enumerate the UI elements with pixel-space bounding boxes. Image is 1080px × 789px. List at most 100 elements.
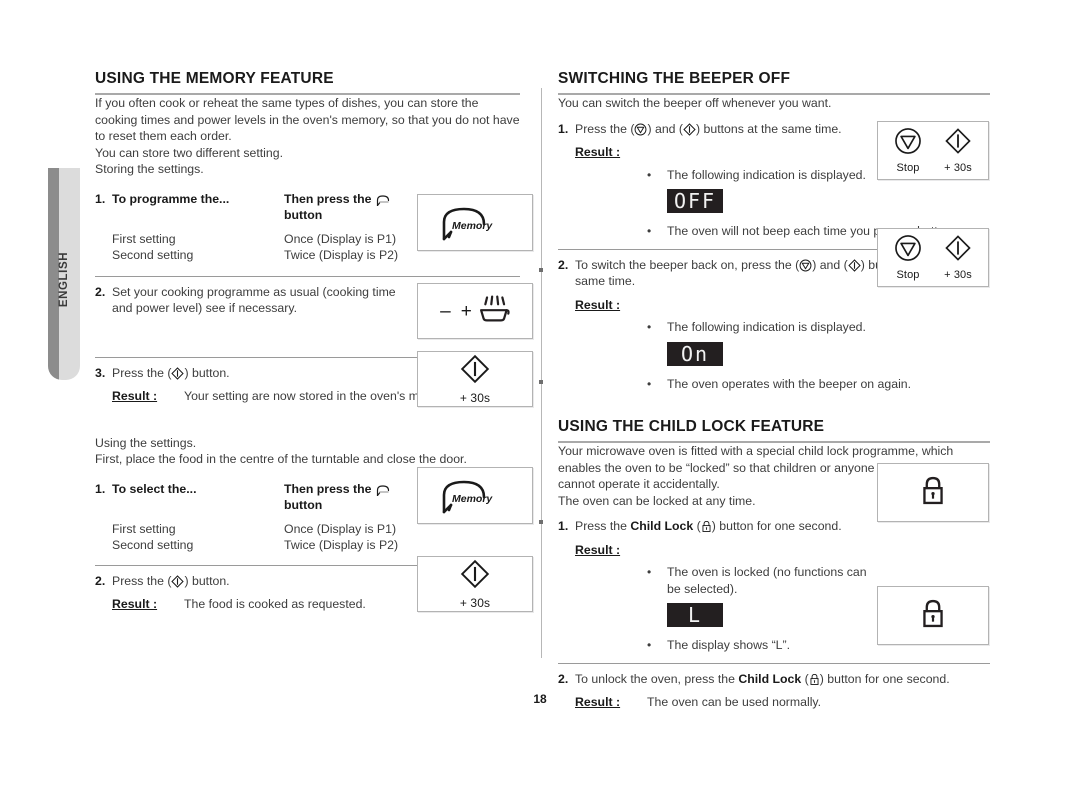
table-header-action-cont	[112, 497, 284, 514]
text-c: ) buttons at the same time.	[696, 121, 842, 136]
text-a: To switch the beeper back on, press the …	[575, 257, 800, 272]
start-diamond-icon	[683, 122, 696, 136]
memory-intro-paragraph-2: You can store two different setting.	[95, 145, 283, 160]
section-rule	[558, 662, 990, 664]
table-header-press-pre: Then press the	[284, 191, 372, 206]
memory-button-illustration: Memory	[417, 194, 533, 251]
page-number: 18	[533, 692, 547, 706]
table-header-action-cont	[112, 207, 284, 224]
start-diamond-icon	[171, 366, 185, 380]
stop-circle-icon	[894, 234, 922, 267]
start-button-caption: + 30s	[459, 390, 491, 405]
stop-button-caption: Stop	[896, 269, 920, 281]
beeper-step-2-bullet-1: • The following indication is displayed.	[647, 319, 990, 336]
page-title-childlock: Using the child lock feature	[558, 418, 990, 443]
step-number: 1.	[95, 191, 106, 206]
divider-tick	[539, 520, 543, 524]
memory-button-illustration-2: Memory	[417, 467, 533, 524]
start-diamond-icon	[460, 354, 490, 389]
bullet-text: The following indication is displayed.	[667, 167, 866, 182]
page-title-memory: Using the memory feature	[95, 70, 520, 95]
language-tab-label: ENGLISH	[58, 251, 70, 308]
result-label: Result :	[112, 389, 158, 403]
bullet-icon: •	[647, 565, 652, 579]
table-row: Second setting Twice (Display is P2)	[112, 537, 520, 554]
stop-button-caption: Stop	[896, 162, 920, 174]
start-button-caption: + 30s	[944, 269, 972, 281]
divider-tick	[539, 268, 543, 272]
start-button-illustration: + 30s	[417, 351, 533, 407]
child-lock-term: Child Lock	[738, 671, 802, 686]
step-5-text-pre: Press the (	[112, 573, 172, 588]
table-header-action: To programme the...	[112, 191, 230, 206]
bullet-text: The oven is locked (no functions can be …	[667, 565, 867, 596]
power-adjust-illustration: – +	[417, 283, 533, 339]
text-c: ) button for one second.	[819, 671, 950, 686]
row-action: Second setting	[112, 538, 194, 552]
table-header-press-pre: Then press the	[284, 481, 372, 496]
using-settings-intro: First, place the food in the centre of t…	[95, 452, 467, 466]
child-lock-illustration-2	[877, 586, 989, 645]
plus-icon: +	[460, 300, 472, 322]
step-number: 2.	[558, 257, 569, 272]
beeper-intro: You can switch the beeper off whenever y…	[558, 96, 832, 110]
manual-page: ENGLISH Using the memory feature If you …	[0, 0, 1080, 789]
step-5-text-post: ) button.	[184, 573, 230, 588]
left-column: Using the memory feature If you often co…	[95, 70, 520, 613]
text-a: Press the (	[575, 121, 635, 136]
step-number: 3.	[95, 365, 106, 380]
stop-start-illustration-2: Stop + 30s	[877, 228, 989, 287]
bullet-icon: •	[647, 376, 652, 391]
text-a: Press the	[575, 519, 631, 533]
stop-circle-icon	[799, 259, 812, 272]
step-3-text-post: ) button.	[184, 365, 230, 380]
start-button-illustration-2: + 30s	[417, 556, 533, 612]
bullet-text: The display shows “L”.	[667, 638, 791, 652]
memory-button-label: Memory	[452, 219, 493, 232]
bullet-text: The oven operates with the beeper on aga…	[667, 376, 912, 391]
using-settings-heading: Using the settings.	[95, 435, 197, 450]
bullet-icon: •	[647, 320, 652, 334]
memory-button-label: Memory	[452, 492, 493, 505]
start-diamond-icon	[848, 258, 861, 272]
result-label: Result :	[112, 597, 158, 611]
result-label: Result :	[575, 542, 621, 557]
row-action: First setting	[112, 521, 176, 536]
text-b: ) and (	[812, 257, 848, 272]
display-value: L	[687, 603, 703, 627]
step-number: 1.	[558, 519, 569, 533]
page-title-beeper: Switching the beeper off	[558, 70, 990, 95]
row-press: Twice (Display is P2)	[284, 538, 399, 552]
memory-intro-paragraph: If you often cook or reheat the same typ…	[95, 96, 520, 143]
step-number: 2.	[95, 284, 106, 299]
minus-icon: –	[440, 300, 451, 322]
bullet-text: The following indication is displayed.	[667, 320, 866, 334]
step-2-text: Set your cooking programme as usual (coo…	[112, 284, 396, 316]
bullet-icon: •	[647, 638, 652, 652]
padlock-icon	[919, 597, 947, 635]
column-divider	[541, 88, 542, 658]
section-rule	[95, 275, 520, 277]
display-readout: L	[667, 603, 723, 627]
storing-settings-heading: Storing the settings.	[95, 162, 204, 176]
text-c: ) button for one second.	[711, 519, 842, 533]
text-b: (	[801, 671, 809, 686]
beeper-step-2-bullet-2: • The oven operates with the beeper on a…	[647, 376, 990, 393]
step-3-text-pre: Press the (	[112, 365, 172, 380]
display-readout: OFF	[667, 189, 723, 213]
text-b: ) and (	[647, 121, 684, 136]
step-number: 1.	[95, 481, 106, 496]
stop-circle-icon	[634, 123, 647, 136]
cooking-dish-icon	[476, 294, 510, 328]
start-button-caption: + 30s	[459, 595, 491, 610]
result-label: Result :	[575, 297, 621, 312]
child-lock-term: Child Lock	[630, 519, 694, 533]
childlock-step-2-text: To unlock the oven, press the Child Lock…	[575, 671, 990, 688]
bullet-icon: •	[647, 224, 652, 238]
step-number: 2.	[95, 573, 106, 588]
start-button-caption: + 30s	[944, 162, 972, 174]
padlock-icon	[701, 520, 712, 533]
text-b: (	[693, 519, 701, 533]
child-lock-illustration-1	[877, 463, 989, 522]
row-action: First setting	[112, 231, 176, 246]
